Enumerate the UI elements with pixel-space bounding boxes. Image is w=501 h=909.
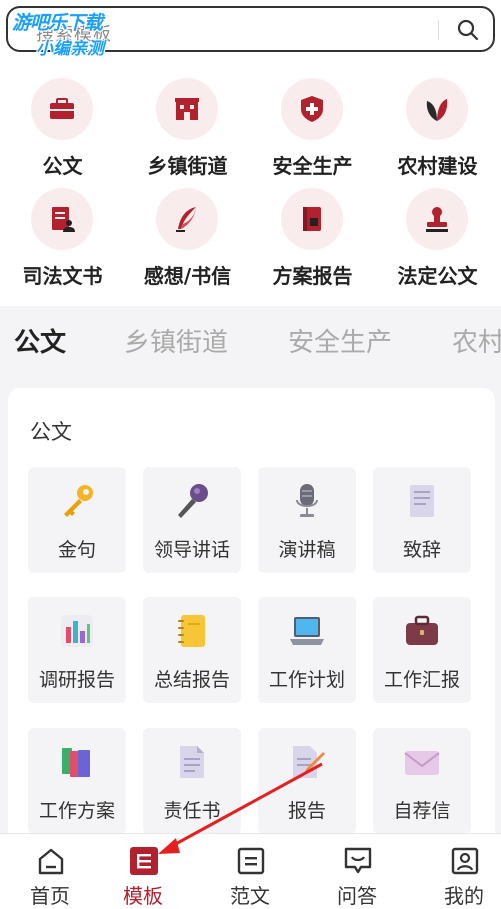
tile-label: 自荐信 xyxy=(393,800,451,822)
template-tile[interactable]: 领导讲话 xyxy=(143,467,241,573)
document-person-icon xyxy=(52,207,75,232)
briefcase-icon xyxy=(50,98,74,119)
tile-label: 工作方案 xyxy=(38,800,115,822)
category-label: 司法文书 xyxy=(22,264,103,288)
category-label: 公文 xyxy=(42,154,83,178)
category-judicial-docs[interactable]: 司法文书 xyxy=(0,188,125,298)
tile-label: 总结报告 xyxy=(153,669,230,691)
nav-home[interactable]: 首页 xyxy=(0,834,100,909)
bottom-nav: 首页 模板 范文 问答 我的 xyxy=(0,833,501,909)
category-thoughts-letters[interactable]: 感想/书信 xyxy=(125,188,250,298)
tab-safety-production[interactable]: 安全生产 xyxy=(288,322,392,359)
books-icon xyxy=(62,748,90,777)
template-tile[interactable]: 责任书 xyxy=(143,728,241,834)
chat-icon xyxy=(344,847,372,874)
template-tile[interactable]: 致辞 xyxy=(373,467,471,573)
category-label: 农村建设 xyxy=(397,154,478,178)
tile-label: 报告 xyxy=(287,800,326,822)
tab-rural-construction[interactable]: 农村建设 xyxy=(452,322,501,359)
tile-label: 致辞 xyxy=(402,539,441,561)
nav-profile[interactable]: 我的 xyxy=(414,834,501,909)
tile-label: 责任书 xyxy=(163,800,221,822)
book-icon xyxy=(303,207,321,231)
category-label: 法定公文 xyxy=(397,264,478,288)
template-card: 公文 金句 领导讲话 演讲稿 致辞 调研报告 总结报告 工作计划 工作汇报 工作… xyxy=(8,388,495,848)
tile-label: 工作计划 xyxy=(268,669,345,691)
tile-label: 领导讲话 xyxy=(153,539,230,561)
category-safety-production[interactable]: 安全生产 xyxy=(250,78,375,188)
template-tile[interactable]: 总结报告 xyxy=(143,597,241,703)
podcast-mic-icon xyxy=(296,484,318,517)
tab-town-street[interactable]: 乡镇街道 xyxy=(124,322,228,359)
nav-label: 我的 xyxy=(444,884,484,908)
laptop-icon xyxy=(290,617,324,645)
template-tile[interactable]: 金句 xyxy=(28,467,126,573)
briefcase-icon xyxy=(406,615,438,645)
tab-official-docs[interactable]: 公文 xyxy=(14,322,66,359)
stamp-icon xyxy=(426,207,448,232)
nav-templates[interactable]: 模板 xyxy=(93,834,193,909)
category-label: 乡镇街道 xyxy=(147,154,228,178)
nav-label: 范文 xyxy=(230,884,270,908)
section-title: 公文 xyxy=(30,420,72,444)
template-tile[interactable]: 工作汇报 xyxy=(373,597,471,703)
tile-label: 金句 xyxy=(57,539,96,561)
document-icon xyxy=(180,746,204,778)
template-tile[interactable]: 工作方案 xyxy=(28,728,126,834)
notebook-icon xyxy=(178,615,205,647)
nav-label: 模板 xyxy=(123,884,163,908)
article-icon xyxy=(237,847,265,875)
home-icon xyxy=(38,848,64,875)
leaf-icon xyxy=(426,99,448,121)
template-tile[interactable]: 报告 xyxy=(258,728,356,834)
profile-icon xyxy=(451,847,479,875)
building-icon xyxy=(175,98,199,120)
envelope-icon xyxy=(404,751,440,775)
category-label: 感想/书信 xyxy=(143,264,232,288)
scroll-icon xyxy=(410,485,434,517)
nav-samples[interactable]: 范文 xyxy=(200,834,300,909)
top-section: 搜索模板 游吧乐下载 小编亲测 公文 乡镇街道 安全生产 农村建设 司法文书 感… xyxy=(0,0,501,306)
search-bar[interactable]: 搜索模板 xyxy=(6,6,495,52)
category-rural-construction[interactable]: 农村建设 xyxy=(375,78,500,188)
tile-label: 调研报告 xyxy=(38,669,115,691)
search-input[interactable]: 搜索模板 xyxy=(36,20,112,46)
search-icon[interactable] xyxy=(456,18,480,42)
document-pencil-icon xyxy=(293,746,325,778)
search-divider xyxy=(438,20,439,40)
template-icon xyxy=(130,847,158,875)
bar-chart-icon xyxy=(61,615,93,647)
shield-plus-icon xyxy=(301,96,323,122)
tile-label: 演讲稿 xyxy=(278,539,336,561)
quill-icon xyxy=(176,207,196,232)
tile-label: 工作汇报 xyxy=(383,669,460,691)
template-tile[interactable]: 工作计划 xyxy=(258,597,356,703)
template-tile[interactable]: 调研报告 xyxy=(28,597,126,703)
category-official-docs[interactable]: 公文 xyxy=(0,78,125,188)
template-tile[interactable]: 自荐信 xyxy=(373,728,471,834)
key-icon xyxy=(64,485,93,517)
nav-label: 问答 xyxy=(337,884,377,908)
category-town-street[interactable]: 乡镇街道 xyxy=(125,78,250,188)
category-tabs: 公文 乡镇街道 安全生产 农村建设 xyxy=(0,306,501,376)
microphone-icon xyxy=(178,484,208,518)
nav-label: 首页 xyxy=(30,884,70,908)
category-plan-report[interactable]: 方案报告 xyxy=(250,188,375,298)
category-label: 方案报告 xyxy=(272,264,353,288)
template-tile[interactable]: 演讲稿 xyxy=(258,467,356,573)
category-statutory-docs[interactable]: 法定公文 xyxy=(375,188,500,298)
nav-qa[interactable]: 问答 xyxy=(307,834,407,909)
category-label: 安全生产 xyxy=(272,154,353,178)
